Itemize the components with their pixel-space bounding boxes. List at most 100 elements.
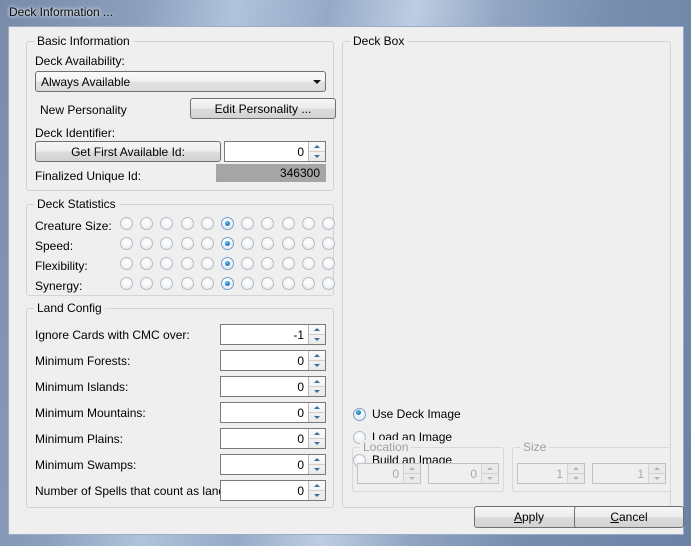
stat-radio-2-5[interactable]: [221, 257, 234, 270]
deck-availability-combo[interactable]: Always Available: [35, 71, 326, 92]
spinner-up-icon[interactable]: [309, 325, 325, 335]
land-value-0[interactable]: -1: [221, 325, 308, 344]
stat-radio-1-5[interactable]: [221, 237, 234, 250]
spinner-down-icon[interactable]: [649, 474, 665, 483]
stat-radio-0-6[interactable]: [241, 217, 254, 230]
stat-radio-3-5[interactable]: [221, 277, 234, 290]
size-width-value[interactable]: 1: [518, 464, 567, 483]
location-y-spin-buttons[interactable]: [481, 464, 498, 483]
land-stepper-3[interactable]: 0: [220, 402, 326, 423]
spinner-up-icon[interactable]: [309, 429, 325, 439]
stat-radio-2-0[interactable]: [120, 257, 133, 270]
stat-radio-0-1[interactable]: [140, 217, 153, 230]
get-first-available-id-button[interactable]: Get First Available Id:: [35, 141, 221, 162]
land-stepper-6[interactable]: 0: [220, 480, 326, 501]
stat-radio-3-0[interactable]: [120, 277, 133, 290]
stat-radio-2-6[interactable]: [241, 257, 254, 270]
deck-box-option-0[interactable]: Use Deck Image: [353, 407, 461, 421]
stat-radio-1-7[interactable]: [261, 237, 274, 250]
land-stepper-1[interactable]: 0: [220, 350, 326, 371]
title-bar[interactable]: Deck Information ...: [0, 0, 691, 26]
cancel-button[interactable]: Cancel: [574, 506, 684, 528]
stat-radio-3-1[interactable]: [140, 277, 153, 290]
stat-radio-1-10[interactable]: [322, 237, 335, 250]
spinner-up-icon[interactable]: [568, 464, 584, 474]
land-stepper-4[interactable]: 0: [220, 428, 326, 449]
spinner-up-icon[interactable]: [309, 481, 325, 491]
spinner-down-icon[interactable]: [309, 491, 325, 500]
land-value-1[interactable]: 0: [221, 351, 308, 370]
stat-radio-2-2[interactable]: [160, 257, 173, 270]
land-spin-buttons-0[interactable]: [308, 325, 325, 344]
size-height-stepper[interactable]: 1: [592, 463, 666, 484]
size-height-value[interactable]: 1: [593, 464, 648, 483]
spinner-down-icon[interactable]: [309, 361, 325, 370]
deck-identifier-spin-buttons[interactable]: [308, 142, 325, 161]
location-y-value[interactable]: 0: [429, 464, 481, 483]
stat-radio-1-3[interactable]: [181, 237, 194, 250]
spinner-up-icon[interactable]: [482, 464, 498, 474]
stat-radio-1-0[interactable]: [120, 237, 133, 250]
land-value-3[interactable]: 0: [221, 403, 308, 422]
stat-radio-3-7[interactable]: [261, 277, 274, 290]
stat-radio-1-6[interactable]: [241, 237, 254, 250]
spinner-up-icon[interactable]: [649, 464, 665, 474]
spinner-up-icon[interactable]: [309, 403, 325, 413]
land-value-6[interactable]: 0: [221, 481, 308, 500]
stat-radio-0-9[interactable]: [302, 217, 315, 230]
stat-radio-1-8[interactable]: [282, 237, 295, 250]
land-value-5[interactable]: 0: [221, 455, 308, 474]
land-spin-buttons-5[interactable]: [308, 455, 325, 474]
stat-radio-1-2[interactable]: [160, 237, 173, 250]
stat-radio-0-5[interactable]: [221, 217, 234, 230]
land-stepper-2[interactable]: 0: [220, 376, 326, 397]
land-spin-buttons-1[interactable]: [308, 351, 325, 370]
size-width-stepper[interactable]: 1: [517, 463, 585, 484]
stat-radio-2-9[interactable]: [302, 257, 315, 270]
stat-radio-0-4[interactable]: [201, 217, 214, 230]
spinner-down-icon[interactable]: [309, 439, 325, 448]
size-height-spin-buttons[interactable]: [648, 464, 665, 483]
land-spin-buttons-6[interactable]: [308, 481, 325, 500]
location-x-value[interactable]: 0: [358, 464, 403, 483]
stat-radio-3-8[interactable]: [282, 277, 295, 290]
location-y-stepper[interactable]: 0: [428, 463, 499, 484]
deck-identifier-stepper[interactable]: 0: [224, 141, 326, 162]
spinner-down-icon[interactable]: [309, 152, 325, 161]
stat-radio-0-8[interactable]: [282, 217, 295, 230]
spinner-up-icon[interactable]: [309, 142, 325, 152]
spinner-up-icon[interactable]: [309, 377, 325, 387]
stat-radio-0-2[interactable]: [160, 217, 173, 230]
land-spin-buttons-2[interactable]: [308, 377, 325, 396]
stat-radio-3-3[interactable]: [181, 277, 194, 290]
stat-radio-1-9[interactable]: [302, 237, 315, 250]
location-x-stepper[interactable]: 0: [357, 463, 421, 484]
stat-radio-3-6[interactable]: [241, 277, 254, 290]
stat-radio-0-3[interactable]: [181, 217, 194, 230]
stat-radio-2-8[interactable]: [282, 257, 295, 270]
stat-radio-3-2[interactable]: [160, 277, 173, 290]
stat-radio-3-10[interactable]: [322, 277, 335, 290]
land-value-2[interactable]: 0: [221, 377, 308, 396]
spinner-down-icon[interactable]: [482, 474, 498, 483]
stat-radio-2-4[interactable]: [201, 257, 214, 270]
stat-radio-1-4[interactable]: [201, 237, 214, 250]
deck-box-radio-0[interactable]: [353, 407, 366, 421]
edit-personality-button[interactable]: Edit Personality ...: [190, 98, 336, 119]
spinner-down-icon[interactable]: [309, 465, 325, 474]
spinner-down-icon[interactable]: [309, 335, 325, 344]
stat-radio-0-7[interactable]: [261, 217, 274, 230]
deck-identifier-value[interactable]: 0: [225, 142, 308, 161]
land-spin-buttons-3[interactable]: [308, 403, 325, 422]
size-width-spin-buttons[interactable]: [567, 464, 584, 483]
location-x-spin-buttons[interactable]: [403, 464, 420, 483]
spinner-down-icon[interactable]: [568, 474, 584, 483]
stat-radio-1-1[interactable]: [140, 237, 153, 250]
stat-radio-2-3[interactable]: [181, 257, 194, 270]
stat-radio-2-10[interactable]: [322, 257, 335, 270]
spinner-down-icon[interactable]: [404, 474, 420, 483]
apply-button[interactable]: Apply: [474, 506, 584, 528]
spinner-down-icon[interactable]: [309, 413, 325, 422]
land-value-4[interactable]: 0: [221, 429, 308, 448]
stat-radio-0-0[interactable]: [120, 217, 133, 230]
